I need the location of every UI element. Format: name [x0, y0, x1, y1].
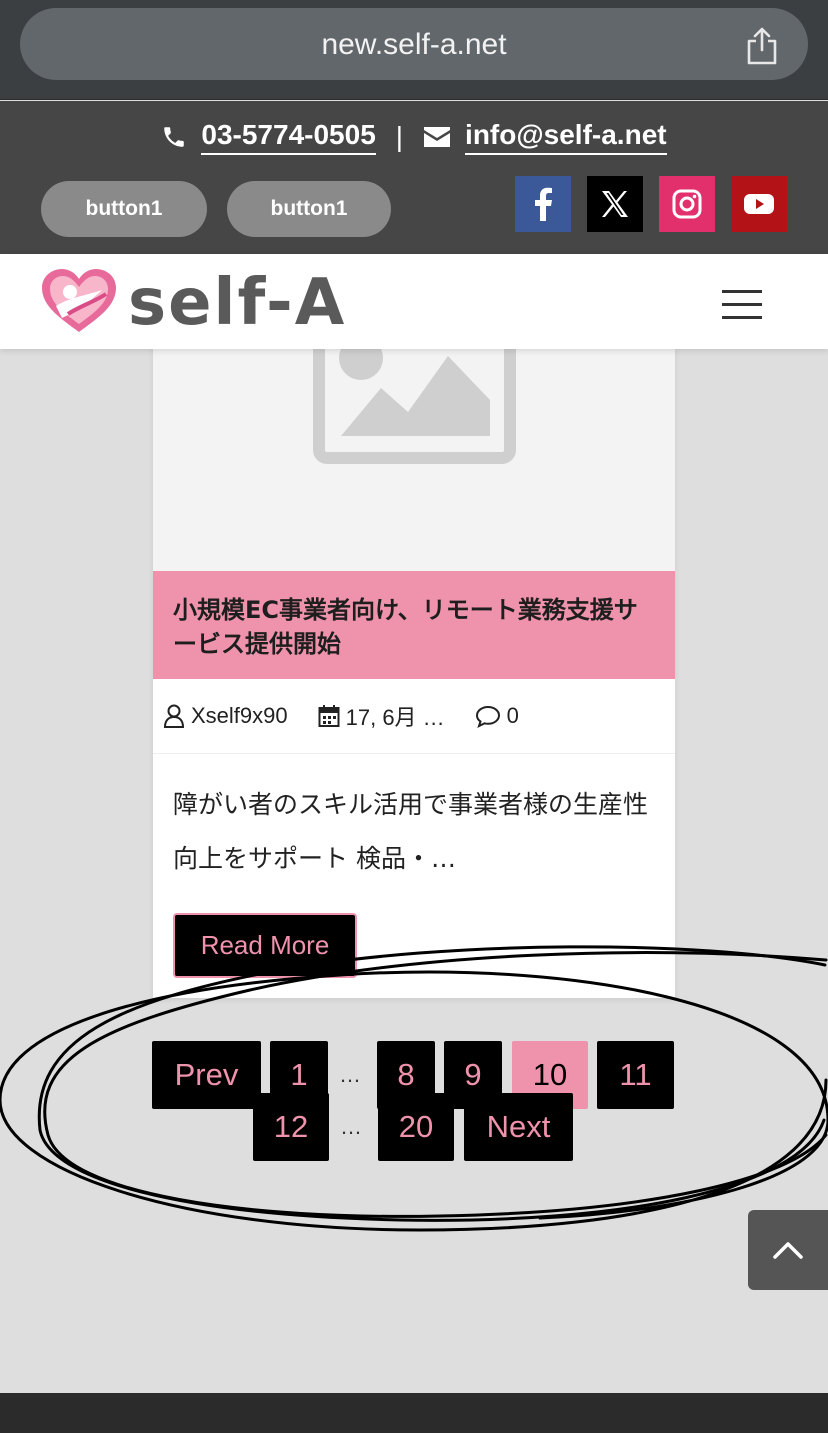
header-button-2[interactable]: button1	[227, 181, 391, 237]
pagination-page-11[interactable]: 11	[597, 1041, 674, 1109]
post-author[interactable]: Xself9x90	[191, 703, 288, 729]
header-button-1[interactable]: button1	[41, 181, 207, 237]
mail-icon	[424, 127, 451, 147]
post-meta: Xself9x90 17, 6月 … 0	[153, 679, 675, 754]
site-nav: self-A	[0, 254, 828, 349]
logo-text[interactable]: self-A	[128, 266, 346, 340]
share-icon[interactable]	[744, 26, 780, 66]
post-card: 小規模EC事業者向け、リモート業務支援サービス提供開始 Xself9x90 17…	[153, 300, 675, 998]
hamburger-menu-icon[interactable]	[722, 290, 762, 320]
comment-count[interactable]: 0	[507, 703, 519, 729]
logo-heart-icon[interactable]	[40, 268, 118, 334]
pagination-ellipsis: …	[339, 1062, 361, 1087]
contact-separator: |	[395, 121, 404, 152]
post-excerpt: 障がい者のスキル活用で事業者様の生産性向上をサポート 検品・…	[173, 790, 649, 873]
footer	[0, 1393, 828, 1433]
phone-link[interactable]: 03-5774-0505	[201, 119, 376, 155]
post-title-box[interactable]: 小規模EC事業者向け、リモート業務支援サービス提供開始	[153, 571, 675, 679]
back-to-top-button[interactable]	[748, 1210, 828, 1290]
top-header: 03-5774-0505 | info@self-a.net button1 b…	[0, 101, 828, 254]
url-text: new.self-a.net	[321, 28, 507, 61]
calendar-icon	[318, 705, 340, 727]
browser-bar: new.self-a.net	[0, 0, 828, 100]
post-title[interactable]: 小規模EC事業者向け、リモート業務支援サービス提供開始	[173, 593, 657, 661]
phone-icon	[164, 127, 185, 147]
address-bar[interactable]: new.self-a.net	[20, 8, 808, 80]
pagination-next[interactable]: Next	[464, 1093, 573, 1161]
contact-row: 03-5774-0505 | info@self-a.net	[0, 115, 828, 159]
pagination-page-12[interactable]: 12	[253, 1093, 329, 1161]
read-more-button[interactable]: Read More	[173, 913, 357, 978]
facebook-icon[interactable]	[515, 176, 571, 232]
youtube-icon[interactable]	[731, 176, 787, 232]
pagination-page-20[interactable]: 20	[378, 1093, 454, 1161]
post-date: 17, 6月 …	[345, 705, 445, 730]
instagram-icon[interactable]	[659, 176, 715, 232]
comment-icon	[475, 705, 500, 728]
x-icon[interactable]	[587, 176, 643, 232]
chevron-up-icon	[773, 1242, 803, 1259]
email-link[interactable]: info@self-a.net	[465, 119, 667, 155]
user-icon	[163, 704, 185, 728]
pagination-prev[interactable]: Prev	[152, 1041, 261, 1109]
pagination-ellipsis: …	[340, 1114, 362, 1139]
